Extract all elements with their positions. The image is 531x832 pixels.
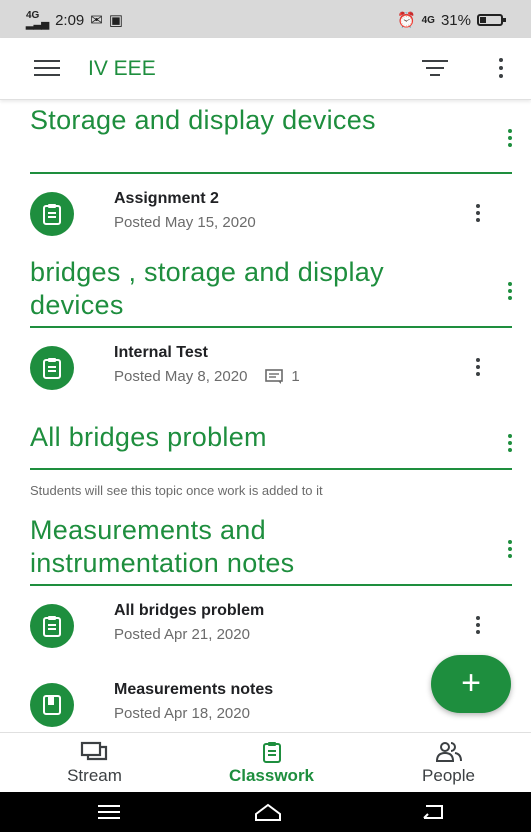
battery-icon (477, 14, 506, 26)
stream-icon (80, 741, 107, 761)
classwork-list[interactable]: Storage and display devices Assignment 2… (0, 100, 531, 732)
comment-count: 1 (291, 368, 300, 385)
add-icon: + (461, 664, 481, 702)
list-item[interactable]: Assignment 2 Posted May 15, 2020 (30, 184, 512, 244)
item-title: Measurements notes (114, 681, 274, 698)
status-time: 2:09 (55, 11, 85, 29)
app-bar: IV EEE (0, 38, 531, 100)
class-title: IV EEE (88, 57, 156, 80)
nav-label: People (422, 766, 475, 785)
more-options-icon[interactable] (491, 58, 511, 78)
item-options-icon[interactable] (468, 204, 488, 222)
topic-options-icon[interactable] (500, 434, 520, 452)
item-posted-date: Posted May 8, 2020 (114, 368, 248, 385)
bottom-navigation: Stream Classwork People (0, 732, 531, 792)
topic-header: bridges , storage and display devices (30, 256, 512, 328)
menu-icon[interactable] (34, 60, 60, 78)
status-bar: 4G ▂▃▅ 2:09 ✉ ▣ ⏰ 4G 31% (0, 0, 531, 38)
battery-percent: 31% (440, 11, 471, 29)
gallery-icon: ▣ (108, 12, 124, 29)
comment-icon (265, 368, 284, 384)
assignment-icon (30, 346, 74, 390)
topic-options-icon[interactable] (500, 540, 520, 558)
empty-topic-note: Students will see this topic once work i… (30, 483, 323, 498)
people-icon (435, 742, 462, 762)
nav-people[interactable]: People (360, 733, 531, 793)
alarm-icon: ⏰ (396, 12, 416, 29)
nav-stream[interactable]: Stream (6, 733, 183, 793)
home-icon[interactable] (252, 802, 284, 822)
comments-indicator: 1 (265, 368, 300, 385)
item-posted-date: Posted May 15, 2020 (114, 214, 256, 231)
classwork-icon (262, 742, 281, 763)
item-options-icon[interactable] (468, 358, 488, 376)
list-item[interactable]: Internal Test Posted May 8, 2020 1 (30, 338, 512, 398)
topic-options-icon[interactable] (500, 282, 520, 300)
message-icon: ✉ (90, 12, 103, 29)
filter-icon[interactable] (422, 60, 448, 78)
create-button[interactable]: + (431, 655, 511, 713)
nav-classwork[interactable]: Classwork (183, 733, 360, 793)
topic-options-icon[interactable] (500, 129, 520, 147)
assignment-icon (30, 604, 74, 648)
topic-header: All bridges problem (30, 418, 512, 470)
topic-title: Storage and display devices (30, 105, 376, 135)
list-item[interactable]: All bridges problem Posted Apr 21, 2020 (30, 596, 512, 656)
network-indicator: 4G ▂▃▅ (26, 10, 50, 30)
topic-title: bridges , storage and display devices (30, 257, 384, 320)
item-posted-date: Posted Apr 18, 2020 (114, 705, 250, 722)
assignment-icon (30, 192, 74, 236)
topic-header: Measurements and instrumentation notes (30, 514, 512, 586)
system-navigation-bar (0, 792, 531, 832)
network-right-indicator: 4G (421, 14, 435, 26)
topic-title: All bridges problem (30, 422, 267, 452)
item-title: All bridges problem (114, 602, 265, 619)
topic-title: Measurements and instrumentation notes (30, 515, 295, 578)
back-icon[interactable] (420, 802, 446, 822)
item-posted-date: Posted Apr 21, 2020 (114, 626, 250, 643)
item-title: Internal Test (114, 344, 208, 361)
item-options-icon[interactable] (468, 616, 488, 634)
menu-nav-icon[interactable] (96, 802, 122, 822)
nav-label: Classwork (228, 766, 315, 785)
item-title: Assignment 2 (114, 190, 219, 207)
nav-label: Stream (67, 766, 122, 785)
topic-header: Storage and display devices (30, 104, 512, 174)
material-icon (30, 683, 74, 727)
